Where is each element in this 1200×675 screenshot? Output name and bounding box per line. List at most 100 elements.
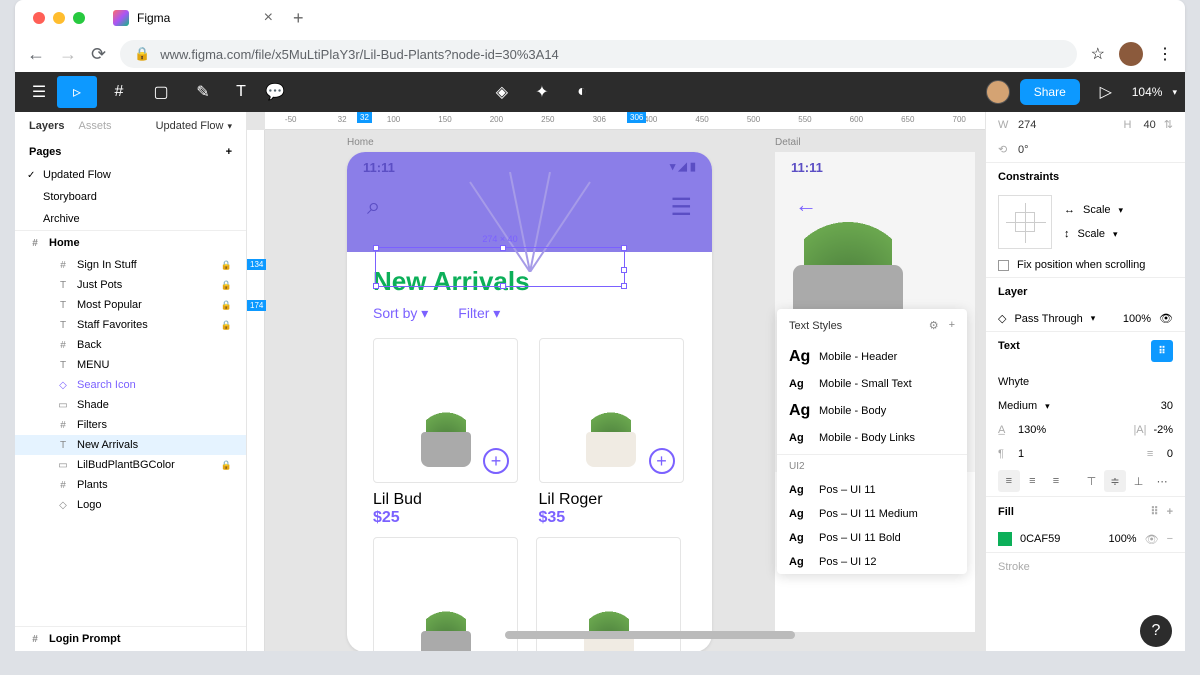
frame-section[interactable]: # Login Prompt <box>15 626 246 651</box>
layer-row[interactable]: TStaff Favorites🔒 <box>15 315 246 335</box>
add-style-icon[interactable]: + <box>949 319 955 332</box>
share-button[interactable]: Share <box>1020 79 1080 105</box>
layer-row[interactable]: ▭Shade <box>15 395 246 415</box>
lock-icon[interactable]: 🔒 <box>221 260 232 271</box>
comment-tool[interactable]: 💬 <box>259 76 291 108</box>
add-page-icon[interactable]: + <box>226 146 232 158</box>
lock-icon[interactable]: 🔒 <box>221 280 232 291</box>
fill-styles-icon[interactable]: ⠿ <box>1151 505 1159 518</box>
align-center[interactable]: ≡ <box>1022 470 1044 492</box>
page-item[interactable]: Storyboard <box>15 186 246 208</box>
boolean-tool[interactable]: ◐ <box>566 76 598 108</box>
page-item[interactable]: Archive <box>15 208 246 230</box>
remove-fill-icon[interactable]: − <box>1167 533 1173 545</box>
layer-row[interactable]: #Sign In Stuff🔒 <box>15 255 246 275</box>
present-button[interactable]: ▷ <box>1090 76 1122 108</box>
align-right[interactable]: ≡ <box>1045 470 1067 492</box>
text-style-item[interactable]: AgPos – UI 11 <box>777 478 967 502</box>
align-left[interactable]: ≡ <box>998 470 1020 492</box>
v-constraint[interactable]: Scale <box>1078 228 1106 240</box>
canvas[interactable]: -503210015020025030640045050055060065070… <box>247 112 985 651</box>
frame-section[interactable]: # Home <box>15 230 246 255</box>
layer-row[interactable]: TMENU <box>15 355 246 375</box>
layer-row[interactable]: #Filters <box>15 415 246 435</box>
text-style-item[interactable]: AgPos – UI 11 Bold <box>777 526 967 550</box>
fill-hex[interactable]: 0CAF59 <box>1020 533 1060 545</box>
blend-mode[interactable]: Pass Through <box>1014 313 1082 325</box>
width-input[interactable]: 274 <box>1018 119 1036 131</box>
visibility-icon[interactable]: 👁 <box>1145 533 1159 546</box>
font-size[interactable]: 30 <box>1161 400 1173 412</box>
shape-tool[interactable]: ▢ <box>141 76 181 108</box>
profile-avatar[interactable] <box>1119 42 1143 66</box>
text-style-badge[interactable]: ⠿ <box>1151 340 1173 362</box>
tab-close-icon[interactable]: × <box>264 9 273 27</box>
page-item[interactable]: Updated Flow <box>15 164 246 186</box>
frame-home[interactable]: 11:11 ▾ ◢ ▮ ⌕ ☰ New Arrivals Sort by ▾ F… <box>347 152 712 651</box>
add-fill-icon[interactable]: + <box>1167 506 1173 518</box>
layer-row[interactable]: TJust Pots🔒 <box>15 275 246 295</box>
line-height[interactable]: 130% <box>1018 424 1046 436</box>
tab-assets[interactable]: Assets <box>78 120 111 132</box>
font-weight[interactable]: Medium <box>998 400 1037 412</box>
page-selector[interactable]: Updated Flow ▾ <box>156 120 232 132</box>
address-bar[interactable]: 🔒 www.figma.com/file/x5MuLtiPlaY3r/Lil-B… <box>120 40 1077 68</box>
text-style-item[interactable]: AgMobile - Header <box>777 342 967 372</box>
visibility-icon[interactable]: 👁 <box>1159 312 1173 325</box>
help-button[interactable]: ? <box>1140 615 1172 647</box>
letter-spacing[interactable]: -2% <box>1153 424 1173 436</box>
text-style-item[interactable]: AgMobile - Body Links <box>777 426 967 450</box>
horizontal-scrollbar[interactable] <box>505 631 795 639</box>
settings-icon[interactable]: ⚙ <box>929 319 939 332</box>
browser-tab[interactable]: Figma × <box>103 3 283 33</box>
para-spacing[interactable]: 1 <box>1018 448 1024 460</box>
back-button[interactable]: ← <box>27 44 45 65</box>
lock-icon[interactable]: 🔒 <box>221 460 232 471</box>
fix-scroll-checkbox[interactable] <box>998 260 1009 271</box>
collaborator-avatar[interactable] <box>986 80 1010 104</box>
layer-opacity[interactable]: 100% <box>1123 313 1151 325</box>
h-constraint[interactable]: Scale <box>1083 204 1111 216</box>
align-bottom[interactable]: ⊥ <box>1128 470 1150 492</box>
lock-icon[interactable]: 🔒 <box>221 300 232 311</box>
frame-tool[interactable]: # <box>99 76 139 108</box>
window-maximize[interactable] <box>73 12 85 24</box>
main-menu[interactable]: ☰ <box>23 76 55 108</box>
text-style-item[interactable]: AgMobile - Small Text <box>777 372 967 396</box>
zoom-chevron-icon[interactable]: ▾ <box>1172 87 1177 98</box>
layer-row[interactable]: ▭LilBudPlantBGColor🔒 <box>15 455 246 475</box>
fill-color-swatch[interactable] <box>998 532 1012 546</box>
reload-button[interactable]: ⟳ <box>91 44 106 65</box>
forward-button[interactable]: → <box>59 44 77 65</box>
layer-row[interactable]: ◇Search Icon <box>15 375 246 395</box>
more-options-icon[interactable]: ⋯ <box>1151 470 1173 492</box>
lock-icon[interactable]: 🔒 <box>221 320 232 331</box>
selection-box[interactable]: 274 × 40 <box>375 247 625 287</box>
text-style-item[interactable]: AgPos – UI 11 Medium <box>777 502 967 526</box>
component-tool[interactable]: ◈ <box>486 76 518 108</box>
layer-row[interactable]: ◇Logo <box>15 495 246 515</box>
text-style-item[interactable]: AgPos – UI 12 <box>777 550 967 574</box>
fill-opacity[interactable]: 100% <box>1108 533 1136 545</box>
layer-row[interactable]: TNew Arrivals <box>15 435 246 455</box>
para-indent[interactable]: 0 <box>1167 448 1173 460</box>
rotation-input[interactable]: 0° <box>1018 144 1029 156</box>
move-tool[interactable]: ▹ <box>57 76 97 108</box>
window-close[interactable] <box>33 12 45 24</box>
font-family[interactable]: Whyte <box>998 376 1029 388</box>
tab-layers[interactable]: Layers <box>29 120 64 132</box>
height-input[interactable]: 40 <box>1144 119 1156 131</box>
pen-tool[interactable]: ✎ <box>183 76 223 108</box>
browser-menu-icon[interactable]: ⋮ <box>1157 44 1173 64</box>
new-tab-button[interactable]: + <box>293 8 304 29</box>
text-tool[interactable]: T <box>225 76 257 108</box>
layer-row[interactable]: #Plants <box>15 475 246 495</box>
align-middle[interactable]: ≑ <box>1104 470 1126 492</box>
layer-row[interactable]: #Back <box>15 335 246 355</box>
frame-label[interactable]: Home <box>347 137 374 148</box>
mask-tool[interactable]: ✦ <box>526 76 558 108</box>
zoom-level[interactable]: 104% <box>1132 85 1163 99</box>
link-dimensions-icon[interactable]: ⇅ <box>1164 118 1173 131</box>
frame-label[interactable]: Detail <box>775 137 801 148</box>
layer-row[interactable]: TMost Popular🔒 <box>15 295 246 315</box>
